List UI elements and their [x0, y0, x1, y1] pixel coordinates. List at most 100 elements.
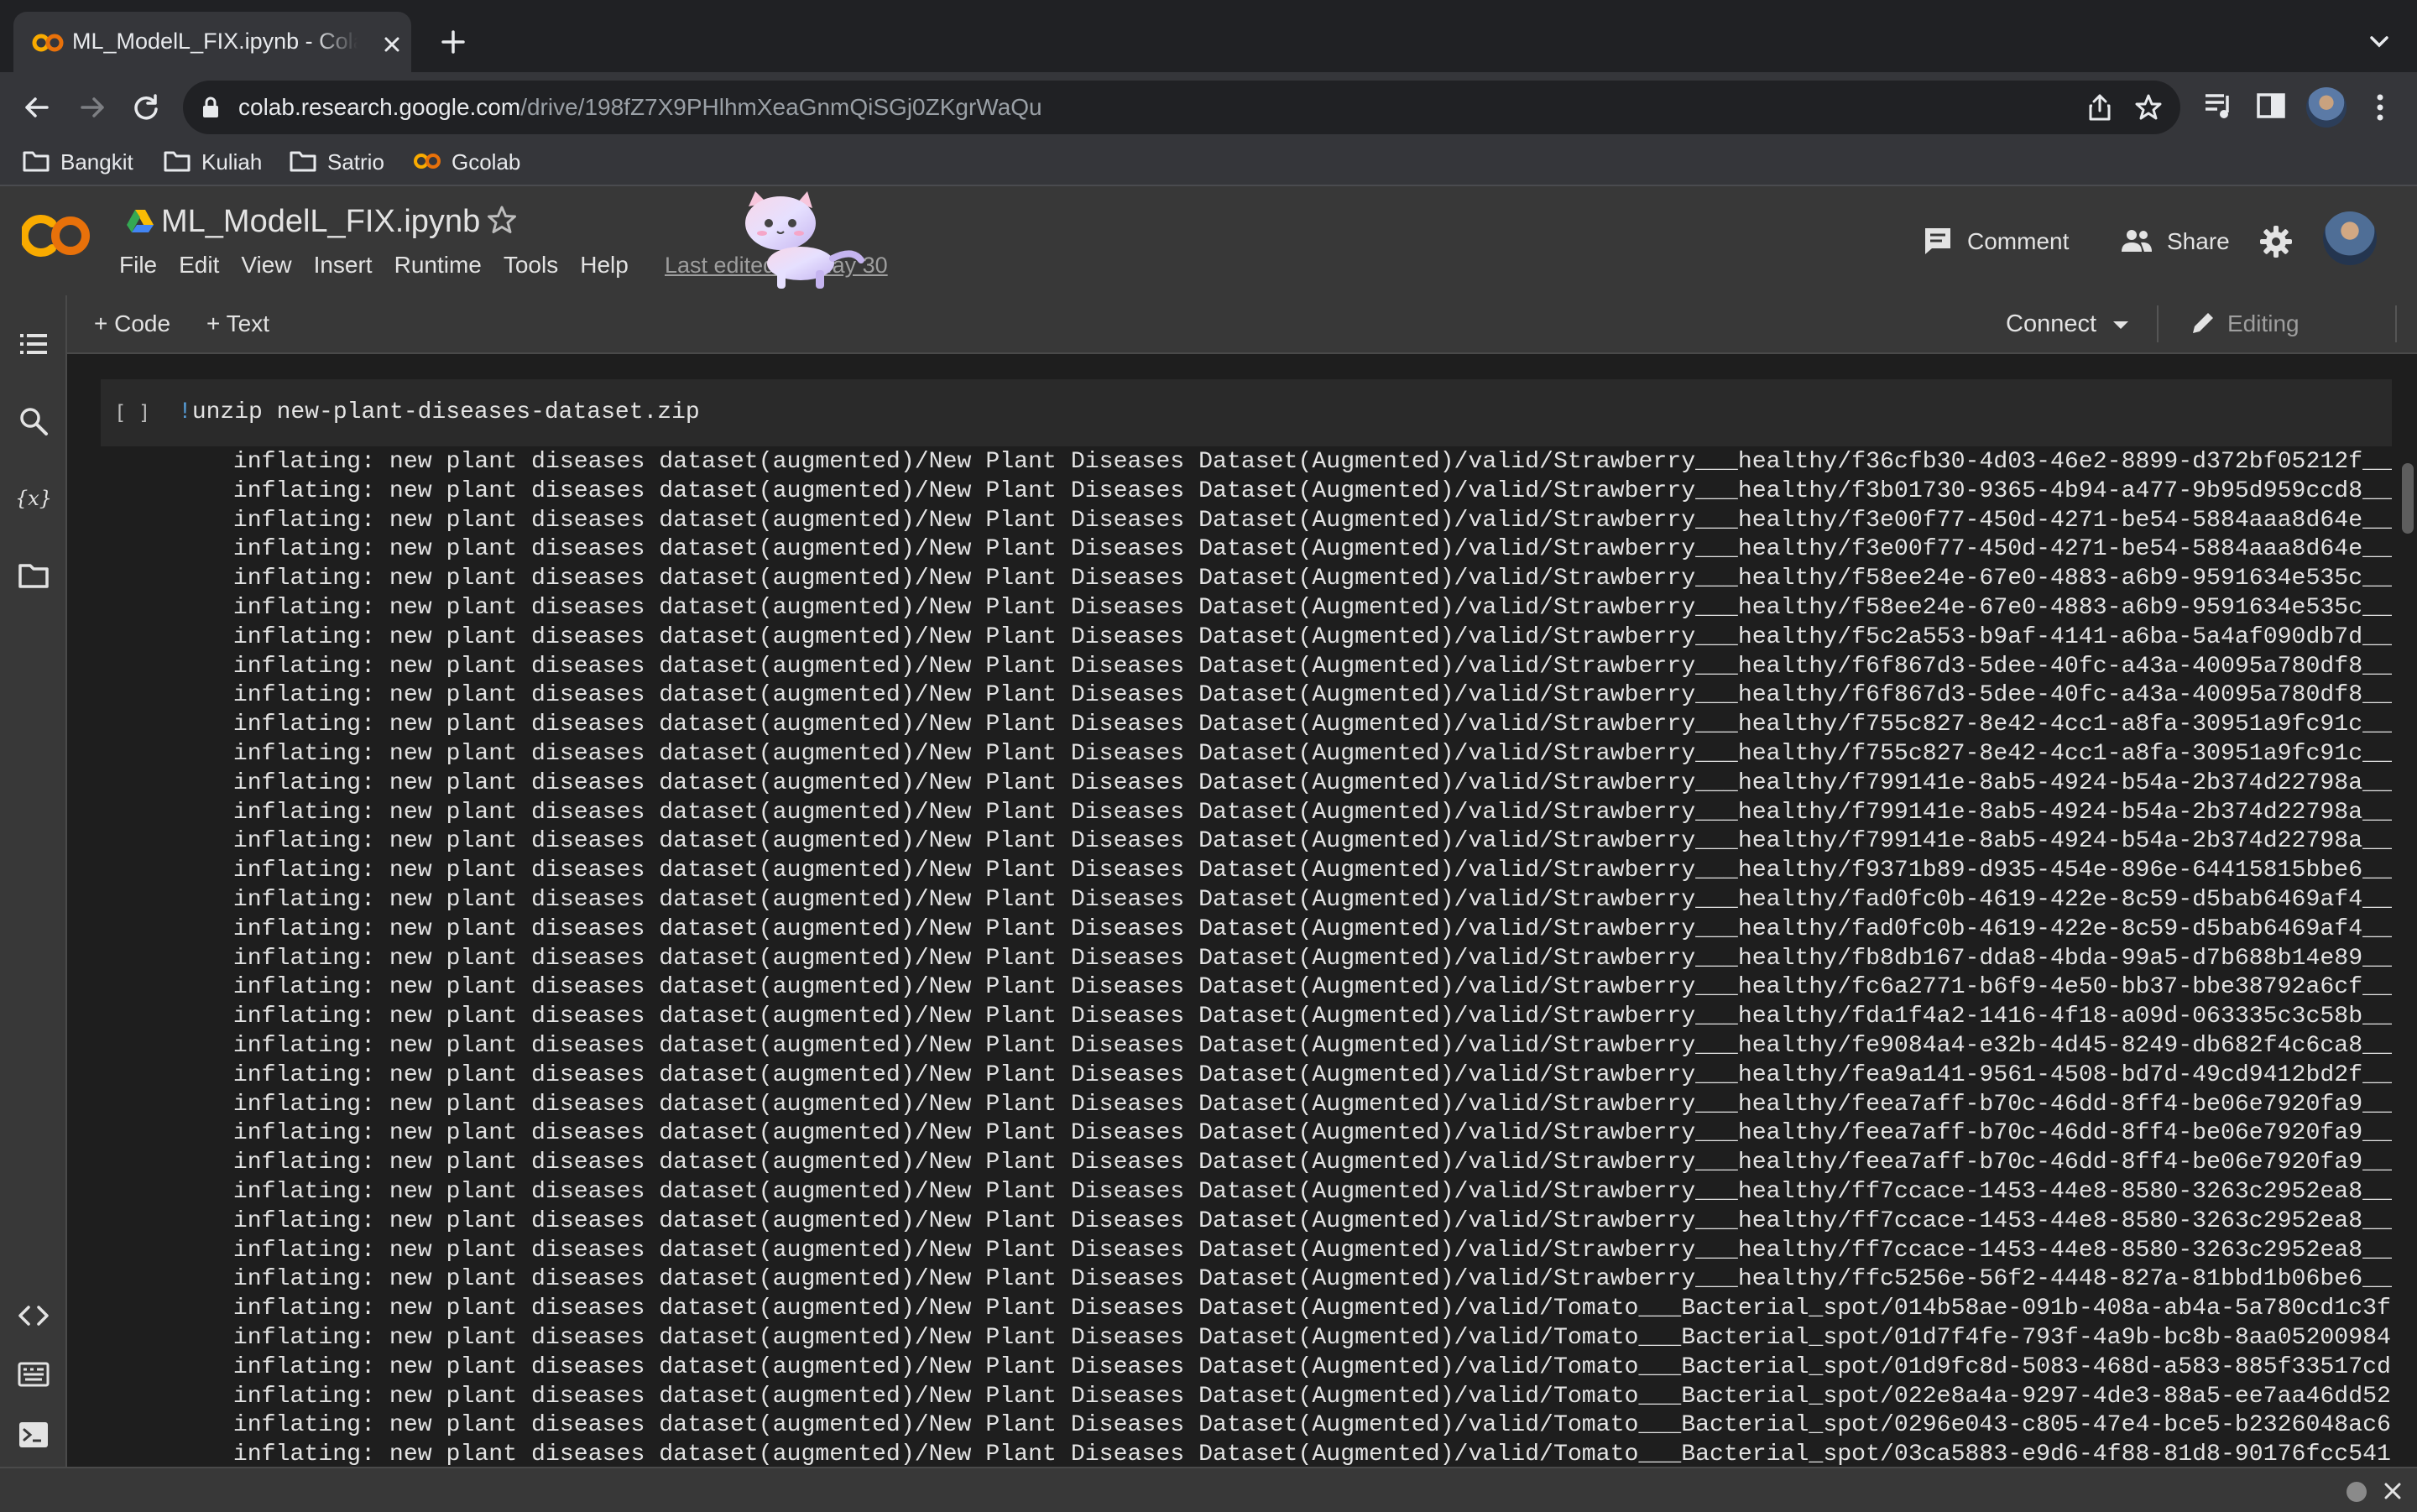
- output-line-prefix: inflating: new plant diseases dataset(au…: [205, 1207, 1553, 1234]
- bookmark-bangkit[interactable]: Bangkit: [22, 143, 133, 185]
- shell-bang: !: [178, 399, 192, 425]
- comment-button[interactable]: Comment: [1922, 222, 2069, 262]
- menu-tools[interactable]: Tools: [504, 248, 558, 282]
- command-palette-icon[interactable]: [17, 1358, 50, 1391]
- output-line: inflating: new plant diseases dataset(au…: [205, 1441, 2392, 1467]
- profile-avatar[interactable]: [2306, 87, 2347, 128]
- side-panel-icon[interactable]: [2254, 89, 2288, 123]
- cat-mascot-icon: [745, 191, 864, 289]
- code-cell[interactable]: [ ] !unzip new-plant-diseases-dataset.zi…: [101, 379, 2392, 446]
- folder-icon: [23, 151, 50, 172]
- output-line-path: Strawberry___healthy/f3e00f77-450d-4271-…: [1553, 536, 2392, 563]
- output-line-prefix: inflating: new plant diseases dataset(au…: [205, 653, 1553, 680]
- gear-icon[interactable]: [2258, 223, 2294, 260]
- files-folder-icon[interactable]: [17, 559, 50, 592]
- back-icon[interactable]: [17, 87, 57, 128]
- output-line-path: Strawberry___healthy/feea7aff-b70c-46dd-…: [1553, 1120, 2392, 1147]
- menu-insert[interactable]: Insert: [314, 248, 373, 282]
- output-line-path: Tomato___Bacterial_spot/01d7f4fe-793f-4a…: [1553, 1324, 2392, 1351]
- bookmark-star-icon[interactable]: [2133, 92, 2164, 123]
- connect-label: Connect: [2006, 310, 2097, 337]
- editing-mode-button[interactable]: Editing: [2189, 307, 2300, 341]
- new-tab-icon[interactable]: [436, 25, 470, 59]
- account-avatar[interactable]: [2323, 211, 2377, 265]
- cell-output: inflating: new plant diseases dataset(au…: [205, 448, 2392, 1467]
- terminal-icon[interactable]: [17, 1418, 50, 1452]
- output-line-prefix: inflating: new plant diseases dataset(au…: [205, 536, 1553, 563]
- menu-edit[interactable]: Edit: [179, 248, 219, 282]
- output-line-path: Tomato___Bacterial_spot/03ca5883-e9d6-4f…: [1553, 1442, 2392, 1467]
- output-line: inflating: new plant diseases dataset(au…: [205, 1265, 2392, 1295]
- more-vert-icon[interactable]: [2368, 87, 2392, 128]
- bookmark-satrio[interactable]: Satrio: [289, 143, 384, 185]
- menu-help[interactable]: Help: [580, 248, 629, 282]
- output-line-prefix: inflating: new plant diseases dataset(au…: [205, 799, 1553, 826]
- media-control-icon[interactable]: [2202, 89, 2236, 123]
- comment-label: Comment: [1967, 228, 2070, 254]
- output-line-path: Strawberry___healthy/f3b01730-9365-4b94-…: [1553, 477, 2392, 504]
- add-code-button[interactable]: + Code: [94, 307, 170, 341]
- connect-button[interactable]: Connect: [2006, 307, 2129, 341]
- lock-icon[interactable]: [201, 96, 220, 119]
- bookmark-label: Kuliah: [201, 149, 263, 175]
- output-line: inflating: new plant diseases dataset(au…: [205, 1091, 2392, 1120]
- folder-icon: [164, 151, 191, 172]
- bookmark-label: Satrio: [327, 149, 384, 175]
- address-bar[interactable]: colab.research.google.com/drive/198fZ7X9…: [183, 81, 2180, 134]
- share-label: Share: [2167, 228, 2230, 254]
- output-line: inflating: new plant diseases dataset(au…: [205, 681, 2392, 711]
- bookmark-kuliah[interactable]: Kuliah: [163, 143, 262, 185]
- output-line-path: Tomato___Bacterial_spot/0296e043-c805-47…: [1553, 1412, 2392, 1439]
- output-line-path: Strawberry___healthy/feea7aff-b70c-46dd-…: [1553, 1091, 2392, 1118]
- output-line-path: Strawberry___healthy/fda1f4a2-1416-4f18-…: [1553, 1004, 2392, 1030]
- colab-logo[interactable]: [22, 211, 94, 260]
- forward-icon[interactable]: [72, 87, 112, 128]
- search-icon[interactable]: [17, 404, 50, 438]
- output-line-prefix: inflating: new plant diseases dataset(au…: [205, 1412, 1553, 1439]
- menu-view[interactable]: View: [241, 248, 291, 282]
- output-line-prefix: inflating: new plant diseases dataset(au…: [205, 712, 1553, 738]
- star-icon[interactable]: [485, 203, 519, 237]
- output-line: inflating: new plant diseases dataset(au…: [205, 945, 2392, 974]
- chevron-down-icon[interactable]: [2113, 321, 2129, 329]
- google-drive-icon[interactable]: [126, 208, 154, 233]
- output-line-path: Strawberry___healthy/f5c2a553-b9af-4141-…: [1553, 623, 2392, 650]
- add-text-button[interactable]: + Text: [206, 307, 269, 341]
- output-line: inflating: new plant diseases dataset(au…: [205, 799, 2392, 828]
- output-scrollbar-thumb[interactable]: [2402, 463, 2414, 534]
- output-scrollbar-track[interactable]: [2399, 448, 2417, 1463]
- output-line-prefix: inflating: new plant diseases dataset(au…: [205, 507, 1553, 534]
- cell-run-button[interactable]: [ ]: [114, 379, 150, 446]
- bookmarks-bar: Bangkit Kuliah Satrio Gcolab: [0, 143, 2417, 186]
- output-line-path: Strawberry___healthy/fad0fc0b-4619-422e-…: [1553, 886, 2392, 913]
- output-line: inflating: new plant diseases dataset(au…: [205, 973, 2392, 1003]
- code-snippets-icon[interactable]: [17, 1299, 50, 1332]
- reload-icon[interactable]: [126, 87, 166, 128]
- output-line: inflating: new plant diseases dataset(au…: [205, 857, 2392, 886]
- share-button[interactable]: Share: [2120, 222, 2230, 262]
- close-icon[interactable]: [2382, 1480, 2404, 1502]
- output-line: inflating: new plant diseases dataset(au…: [205, 1411, 2392, 1441]
- output-line-prefix: inflating: new plant diseases dataset(au…: [205, 1237, 1553, 1264]
- code-editor[interactable]: !unzip new-plant-diseases-dataset.zip: [178, 379, 700, 446]
- notebook-area: [ ] !unzip new-plant-diseases-dataset.zi…: [67, 354, 2417, 1467]
- menu-runtime[interactable]: Runtime: [394, 248, 482, 282]
- status-bar: [0, 1467, 2417, 1512]
- output-line: inflating: new plant diseases dataset(au…: [205, 623, 2392, 653]
- output-line-path: Strawberry___healthy/f58ee24e-67e0-4883-…: [1553, 566, 2392, 592]
- table-of-contents-icon[interactable]: [17, 327, 50, 361]
- menu-file[interactable]: File: [119, 248, 157, 282]
- notebook-title[interactable]: ML_ModelL_FIX.ipynb: [161, 196, 480, 247]
- output-line-prefix: inflating: new plant diseases dataset(au…: [205, 477, 1553, 504]
- close-tab-icon[interactable]: [379, 32, 405, 57]
- tab-search-chevron-icon[interactable]: [2365, 27, 2394, 55]
- runtime-status-indicator[interactable]: [2347, 1482, 2367, 1502]
- bookmark-gcolab[interactable]: Gcolab: [413, 143, 520, 185]
- output-line: inflating: new plant diseases dataset(au…: [205, 886, 2392, 915]
- output-line-prefix: inflating: new plant diseases dataset(au…: [205, 1004, 1553, 1030]
- share-page-icon[interactable]: [2085, 92, 2115, 123]
- output-line-path: Strawberry___healthy/fad0fc0b-4619-422e-…: [1553, 915, 2392, 942]
- output-line-prefix: inflating: new plant diseases dataset(au…: [205, 1178, 1553, 1205]
- variables-icon[interactable]: {x}: [17, 482, 50, 515]
- output-line-path: Strawberry___healthy/fb8db167-dda8-4bda-…: [1553, 945, 2392, 972]
